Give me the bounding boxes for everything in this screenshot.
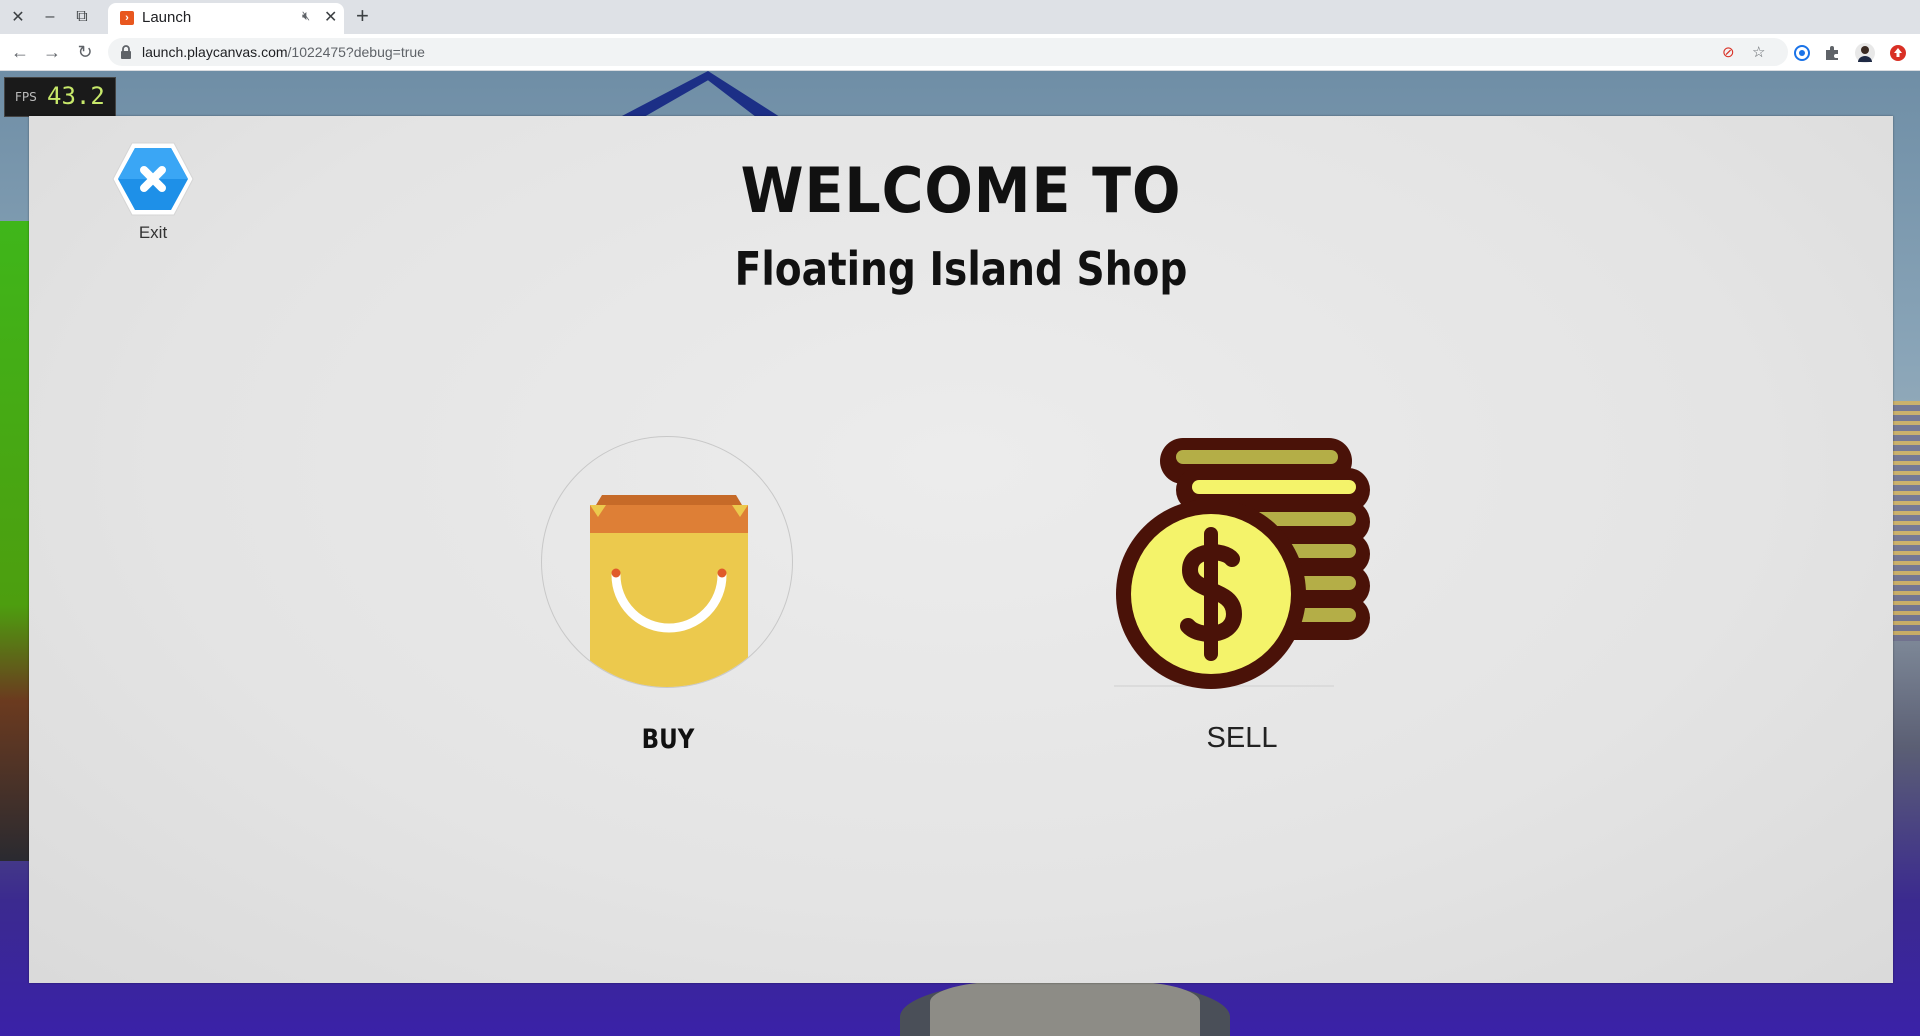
background-boat-deck — [930, 981, 1200, 1036]
new-tab-button[interactable]: + — [356, 3, 369, 29]
url-text: launch.playcanvas.com/1022475?debug=true — [142, 44, 425, 60]
close-window-icon[interactable]: ✕ — [2, 0, 34, 34]
profile-avatar[interactable] — [1855, 43, 1875, 63]
background-roof — [620, 71, 780, 117]
update-icon[interactable] — [1888, 43, 1908, 63]
browser-tab-bar: ✕ – ⧉ › Launch 🔇︎ ✕ + — [0, 0, 1920, 34]
coins-icon — [1114, 438, 1370, 689]
buy-label: BUY — [641, 724, 695, 755]
tab-title: Launch — [142, 9, 192, 26]
fps-label: FPS — [15, 90, 37, 104]
forward-arrow-icon[interactable]: → — [40, 40, 64, 64]
extension-icon[interactable] — [1792, 43, 1812, 63]
puzzle-icon[interactable] — [1822, 43, 1842, 63]
lock-icon[interactable] — [118, 44, 134, 60]
game-canvas[interactable]: FPS 43.2 Exit WELCOME TO Floating Island… — [0, 71, 1920, 1036]
welcome-heading: WELCOME TO — [740, 154, 1182, 227]
minimize-window-icon[interactable]: – — [34, 0, 66, 34]
back-arrow-icon[interactable]: ← — [8, 40, 32, 64]
buy-button[interactable]: BUY — [541, 436, 795, 756]
sell-label: SELL — [1206, 722, 1278, 754]
shopping-bag-icon — [590, 495, 748, 687]
star-icon[interactable]: ☆ — [1752, 43, 1765, 61]
url-host: launch.playcanvas.com — [142, 44, 288, 60]
restore-window-icon[interactable]: ⧉ — [66, 0, 98, 34]
url-path: /1022475?debug=true — [287, 44, 425, 60]
browser-toolbar: ← → ↻ launch.playcanvas.com/1022475?debu… — [0, 34, 1920, 71]
shop-menu-panel: Exit WELCOME TO Floating Island Shop BUY — [29, 116, 1893, 983]
shop-name-heading: Floating Island Shop — [734, 242, 1188, 296]
tab-muted-audio-icon[interactable]: 🔇︎ — [302, 8, 310, 24]
background-water-reflection — [1890, 401, 1920, 641]
address-bar[interactable]: launch.playcanvas.com/1022475?debug=true… — [108, 38, 1788, 66]
tab-close-icon[interactable]: ✕ — [324, 7, 337, 27]
fps-counter: FPS 43.2 — [4, 77, 116, 117]
reload-icon[interactable]: ↻ — [73, 40, 97, 64]
browser-tab-launch[interactable]: › Launch 🔇︎ ✕ — [108, 3, 344, 34]
playcanvas-favicon-icon: › — [120, 11, 134, 25]
buy-icon-frame — [541, 436, 793, 688]
sell-button[interactable]: SELL — [1114, 436, 1370, 756]
fps-value: 43.2 — [47, 82, 105, 110]
blocked-popup-icon[interactable]: ⊘ — [1722, 43, 1735, 61]
